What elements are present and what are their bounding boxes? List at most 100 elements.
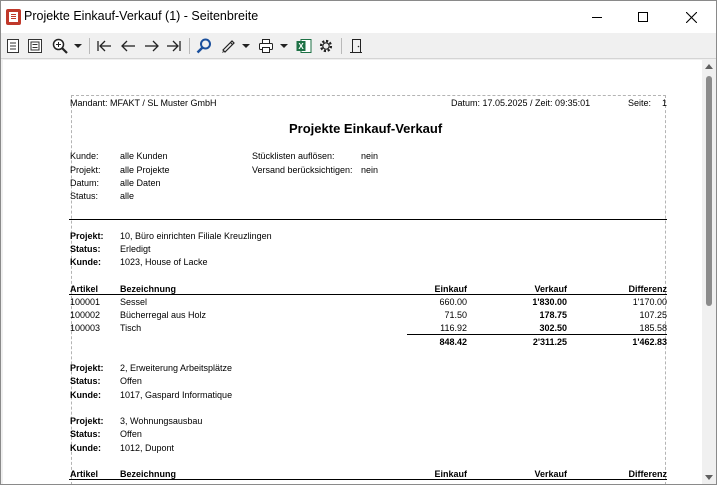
- status-value: Offen: [120, 376, 142, 386]
- row-bezeichnung: Tisch: [120, 323, 142, 333]
- column-einkauf: Einkauf: [434, 469, 467, 479]
- exit-icon: [350, 39, 362, 53]
- two-page-button[interactable]: [27, 37, 43, 55]
- column-verkauf: Verkauf: [534, 284, 567, 294]
- row-artikel: 100001: [70, 297, 101, 307]
- next-page-icon: [145, 40, 159, 52]
- filter-versand-label: Versand berücksichtigen:: [252, 165, 353, 175]
- project-label: Projekt:: [70, 416, 104, 426]
- maximize-button[interactable]: [620, 1, 666, 33]
- filter-stuecklisten-value: nein: [361, 151, 379, 161]
- last-page-button[interactable]: [165, 37, 183, 55]
- excel-export-button[interactable]: X: [295, 37, 313, 55]
- page-view-icon: [7, 39, 19, 53]
- filter-stuecklisten-label: Stücklisten auflösen:: [252, 151, 335, 161]
- row-artikel: 100002: [70, 310, 101, 320]
- close-button[interactable]: [668, 1, 714, 33]
- column-differenz: Differenz: [628, 284, 667, 294]
- search-button[interactable]: [195, 37, 213, 55]
- toolbar: X: [1, 33, 716, 59]
- next-page-button[interactable]: [143, 37, 161, 55]
- zoom-icon: [52, 38, 68, 54]
- two-page-icon: [28, 39, 42, 53]
- scroll-thumb[interactable]: [706, 76, 712, 306]
- customer-value: 1023, House of Lacke: [120, 257, 208, 267]
- column-differenz: Differenz: [628, 469, 667, 479]
- settings-icon: [319, 39, 333, 53]
- search-icon: [196, 38, 211, 54]
- app-icon: [6, 9, 21, 25]
- edit-dropdown[interactable]: [241, 37, 251, 55]
- column-bezeichnung: Bezeichnung: [120, 469, 177, 479]
- filter-status-value: alle: [120, 191, 135, 201]
- excel-icon: X: [296, 39, 312, 53]
- close-icon: [685, 11, 697, 23]
- filter-projekt-value: alle Projekte: [120, 165, 170, 175]
- row-differenz: 185.58: [639, 323, 667, 333]
- row-einkauf: 660.00: [439, 297, 467, 307]
- print-icon: [259, 39, 273, 53]
- column-einkauf: Einkauf: [434, 284, 467, 294]
- filter-kunde-value: alle Kunden: [120, 151, 168, 161]
- row-einkauf: 71.50: [444, 310, 467, 320]
- row-verkauf: 302.50: [539, 323, 567, 333]
- report-viewport: Mandant: MFAKT / SL Muster GmbH Datum: 1…: [3, 60, 702, 484]
- project-label: Projekt:: [70, 363, 104, 373]
- project-label: Projekt:: [70, 231, 104, 241]
- row-einkauf: 116.92: [440, 323, 467, 333]
- customer-value: 1017, Gaspard Informatique: [120, 390, 233, 400]
- minimize-icon: [592, 17, 602, 18]
- total-verkauf: 2'311.25: [532, 337, 567, 347]
- table-header-line: [69, 294, 667, 295]
- filter-datum-value: alle Daten: [120, 178, 161, 188]
- edit-icon: [222, 40, 235, 53]
- dropdown-icon: [280, 44, 288, 48]
- column-bezeichnung: Bezeichnung: [120, 284, 177, 294]
- filter-versand-value: nein: [361, 165, 379, 175]
- svg-text:X: X: [298, 42, 304, 51]
- customer-label: Kunde:: [70, 257, 101, 267]
- dropdown-icon: [74, 44, 82, 48]
- total-differenz: 1'462.83: [632, 337, 667, 347]
- status-label: Status:: [70, 429, 101, 439]
- vertical-scrollbar[interactable]: [702, 60, 716, 484]
- date-time-text: Datum: 17.05.2025 / Zeit: 09:35:01: [451, 98, 591, 108]
- scroll-up-icon[interactable]: [705, 64, 713, 69]
- print-dropdown[interactable]: [279, 37, 289, 55]
- status-label: Status:: [70, 376, 101, 386]
- totals-line: [407, 334, 667, 335]
- customer-value: 1012, Dupont: [120, 443, 175, 453]
- row-verkauf: 178.75: [539, 310, 567, 320]
- toolbar-separator: [89, 38, 90, 54]
- zoom-dropdown[interactable]: [73, 37, 83, 55]
- window-title: Projekte Einkauf-Verkauf (1) - Seitenbre…: [24, 9, 259, 23]
- exit-button[interactable]: [347, 37, 365, 55]
- report-title: Projekte Einkauf-Verkauf: [289, 121, 443, 136]
- filter-projekt-label: Projekt:: [70, 165, 101, 175]
- project-value: 10, Büro einrichten Filiale Kreuzlingen: [120, 231, 272, 241]
- minimize-button[interactable]: [574, 1, 620, 33]
- filter-kunde-label: Kunde:: [70, 151, 99, 161]
- column-artikel: Artikel: [70, 284, 99, 294]
- toolbar-separator: [341, 38, 342, 54]
- filter-status-label: Status:: [70, 191, 99, 201]
- filter-datum-label: Datum:: [70, 178, 100, 188]
- row-artikel: 100003: [70, 323, 101, 333]
- project-value: 2, Erweiterung Arbeitsplätze: [120, 363, 233, 373]
- scroll-down-icon[interactable]: [705, 475, 713, 480]
- print-button[interactable]: [257, 37, 275, 55]
- settings-button[interactable]: [317, 37, 335, 55]
- zoom-button[interactable]: [51, 37, 69, 55]
- edit-button[interactable]: [219, 37, 237, 55]
- report-window: Projekte Einkauf-Verkauf (1) - Seitenbre…: [0, 0, 717, 485]
- title-bar: Projekte Einkauf-Verkauf (1) - Seitenbre…: [1, 1, 716, 33]
- first-page-button[interactable]: [95, 37, 113, 55]
- prev-page-button[interactable]: [119, 37, 137, 55]
- maximize-icon: [638, 12, 648, 22]
- row-verkauf: 1'830.00: [532, 297, 567, 307]
- customer-label: Kunde:: [70, 390, 101, 400]
- page-view-button[interactable]: [5, 37, 21, 55]
- header-separator: [69, 219, 667, 220]
- row-differenz: 1'170.00: [632, 297, 667, 307]
- page-number: 1: [662, 98, 668, 108]
